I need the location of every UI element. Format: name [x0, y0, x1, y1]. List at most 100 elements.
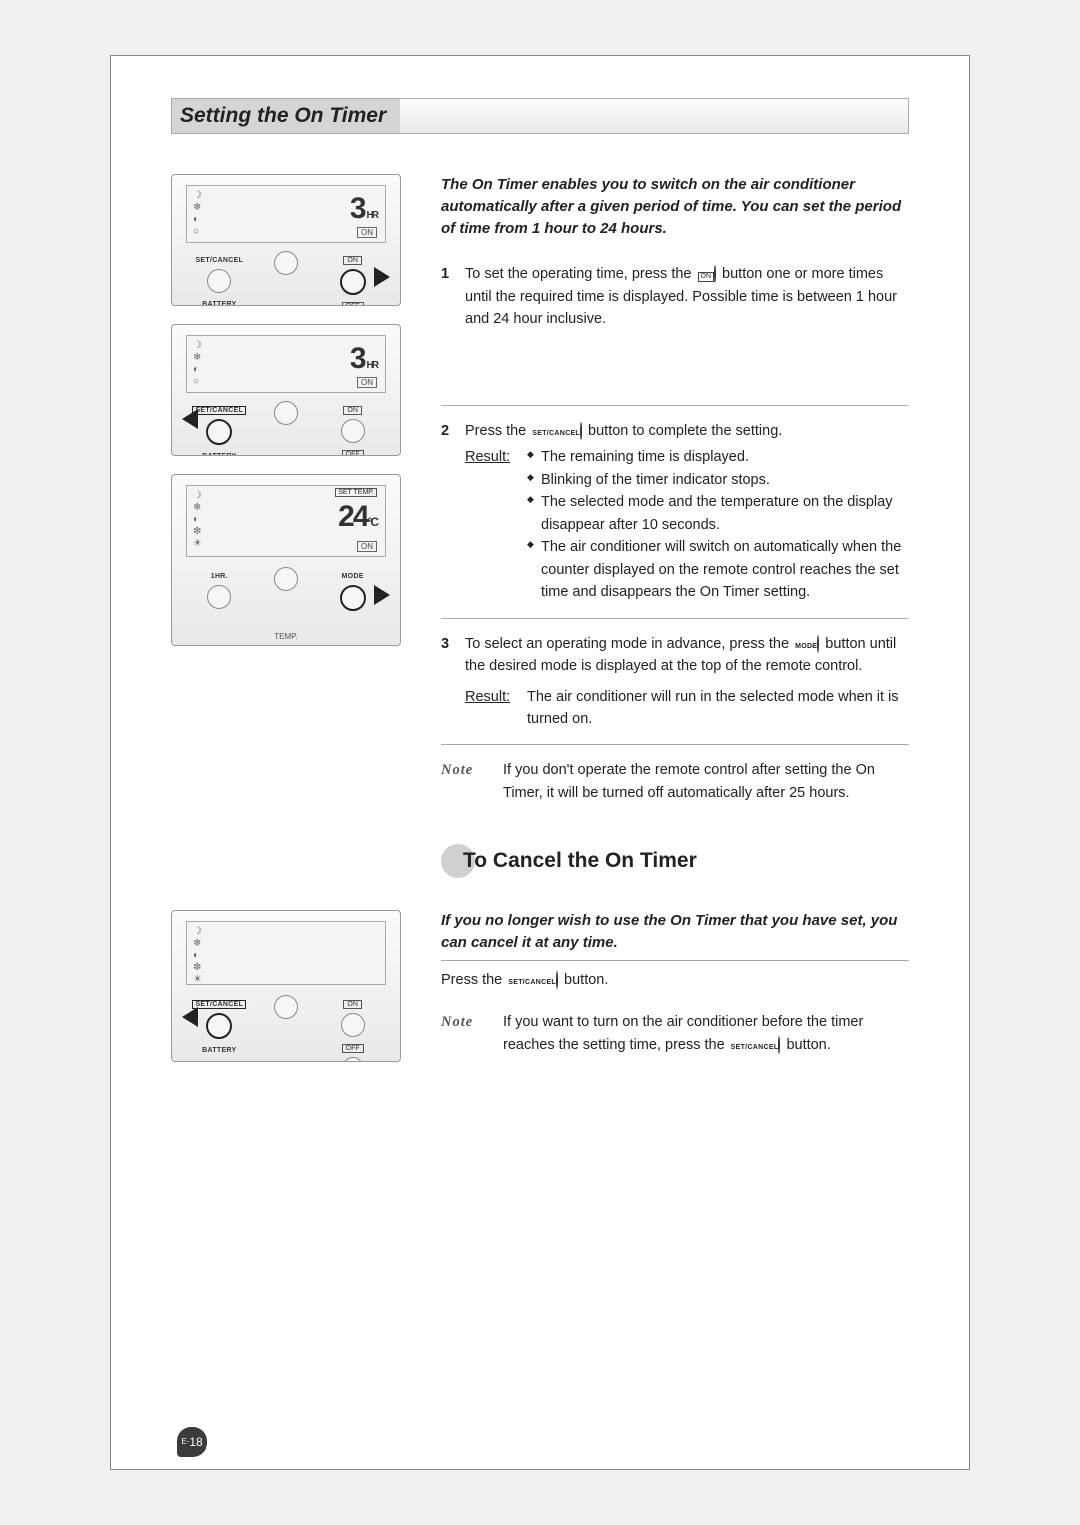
on-timer-button-icon	[341, 419, 365, 443]
remote-button-row: SET/CANCEL BATTERY ON OFF	[186, 399, 386, 456]
timer-tag: ON	[357, 227, 377, 238]
set-cancel-button-icon	[206, 1013, 232, 1039]
set-cancel-button-icon	[206, 419, 232, 445]
cancel-note-body: If you want to turn on the air condition…	[503, 1011, 909, 1056]
pointer-icon	[374, 585, 390, 605]
step-list: 1 To set the operating time, press the O…	[441, 263, 909, 804]
divider	[441, 960, 909, 961]
cancel-left-column: ☽❄◐✼☀ SET/CANCEL BATTERY ON OFF	[171, 910, 401, 1080]
remote-screen: ☽❄◐✼☀ SET TEMP. 24°C ON	[186, 485, 386, 557]
step-body: To select an operating mode in advance, …	[465, 633, 909, 731]
step-body: To set the operating time, press the ON …	[465, 263, 909, 330]
result-item: The selected mode and the temperature on…	[527, 491, 909, 536]
pointer-icon	[182, 409, 198, 429]
intro-text: The On Timer enables you to switch on th…	[441, 174, 909, 239]
step-3: 3 To select an operating mode in advance…	[441, 618, 909, 745]
set-cancel-inline-icon: SET/CANCEL	[532, 420, 582, 442]
step-2: 2 Press the SET/CANCEL button to complet…	[441, 405, 909, 618]
cancel-intro: If you no longer wish to use the On Time…	[441, 910, 909, 954]
step-number: 1	[441, 263, 465, 330]
remote-screen: ☽❄◐○ 3HR ON	[186, 185, 386, 243]
page-number: 18	[189, 1435, 202, 1449]
step-1: 1 To set the operating time, press the O…	[441, 263, 909, 344]
on-timer-inline-icon: ON	[698, 263, 717, 285]
on-label: ON	[343, 1000, 362, 1009]
note-label: Note	[441, 759, 503, 804]
battery-label: BATTERY	[202, 453, 236, 456]
mode-icons: ☽❄◐✼☀	[193, 490, 202, 550]
cancel-post: button.	[564, 972, 608, 988]
off-label: OFF	[342, 1044, 364, 1053]
cancel-line: Press the SET/CANCEL button.	[441, 969, 909, 992]
content-area: Setting the On Timer ☽❄◐○ 3HR ON SET/CAN…	[171, 98, 909, 1427]
step2-pre: Press the	[465, 423, 530, 439]
off-label: OFF	[342, 450, 364, 456]
remote-button-row: SET/CANCEL BATTERY ON OFF	[186, 993, 386, 1062]
mode-icons: ☽❄◐○	[193, 190, 202, 238]
cancel-columns: ☽❄◐✼☀ SET/CANCEL BATTERY ON OFF If you no …	[171, 910, 909, 1080]
temp-value: 24	[338, 500, 367, 533]
step2-post: button to complete the setting.	[588, 423, 782, 439]
set-cancel-label: SET/CANCEL	[192, 1000, 246, 1009]
cancel-section: To Cancel the On Timer	[441, 844, 909, 878]
set-cancel-button-icon	[207, 269, 231, 293]
mode-label: MODE	[342, 573, 364, 580]
on-label: ON	[343, 256, 362, 265]
step3-pre: To select an operating mode in advance, …	[465, 636, 793, 652]
result-item: The air conditioner will switch on autom…	[527, 536, 909, 603]
title-bar: Setting the On Timer	[171, 98, 909, 134]
page-title: Setting the On Timer	[172, 99, 400, 133]
battery-label: BATTERY	[202, 1047, 236, 1054]
result-item: Blinking of the timer indicator stops.	[527, 469, 909, 491]
result-item: The remaining time is displayed.	[527, 446, 909, 468]
page-number-badge: E-18	[177, 1427, 207, 1457]
result-label: Result:	[465, 446, 527, 603]
step-body: Press the SET/CANCEL button to complete …	[465, 420, 909, 604]
step-number: 3	[441, 633, 465, 731]
remote-illustration-2: ☽❄◐○ 3HR ON SET/CANCEL BATTERY ON OFF	[171, 324, 401, 456]
pointer-icon	[374, 267, 390, 287]
timer-tag: ON	[357, 541, 377, 552]
set-cancel-label: SET/CANCEL	[192, 406, 246, 415]
cancel-note-post: button.	[786, 1037, 830, 1053]
result-text: The air conditioner will run in the sele…	[527, 686, 909, 731]
temp-label: TEMP.	[172, 632, 400, 641]
remote-screen: ☽❄◐○ 3HR ON	[186, 335, 386, 393]
cancel-heading: To Cancel the On Timer	[463, 849, 697, 873]
hr-button-icon	[207, 585, 231, 609]
hr-label: 1HR.	[211, 573, 228, 580]
mode-icons: ☽❄◐○	[193, 340, 202, 388]
note-1: Note If you don't operate the remote con…	[441, 744, 909, 804]
timer-hours: 3	[350, 192, 365, 225]
result-list: The remaining time is displayed. Blinkin…	[527, 446, 909, 603]
battery-label: BATTERY	[202, 301, 236, 306]
document-sheet: Setting the On Timer ☽❄◐○ 3HR ON SET/CAN…	[110, 55, 970, 1470]
off-label: OFF	[342, 302, 364, 306]
remote-button-row: SET/CANCEL BATTERY ON OFF	[186, 249, 386, 306]
timer-unit: HR	[367, 360, 377, 371]
note-text: If you don't operate the remote control …	[503, 759, 909, 804]
timer-tag: ON	[357, 377, 377, 388]
remote-button-row: 1HR. MODE	[186, 565, 386, 611]
result-label: Result:	[465, 686, 527, 731]
step2-result: Result: The remaining time is displayed.…	[465, 446, 909, 603]
timer-unit: HR	[367, 210, 377, 221]
set-cancel-inline-icon: SET/CANCEL	[508, 969, 558, 991]
mode-button-icon	[340, 585, 366, 611]
unlabeled-button-icon	[274, 251, 298, 275]
on-timer-button-icon	[341, 1013, 365, 1037]
left-column: ☽❄◐○ 3HR ON SET/CANCELBATTERY ONOFF	[171, 174, 401, 904]
step3-result: Result: The air conditioner will run in …	[465, 686, 909, 731]
cancel-right-column: If you no longer wish to use the On Time…	[401, 910, 909, 1080]
right-column: The On Timer enables you to switch on th…	[401, 174, 909, 904]
set-cancel-inline-icon: SET/CANCEL	[731, 1034, 781, 1056]
mode-icons: ☽❄◐✼☀	[193, 926, 202, 986]
main-columns: ☽❄◐○ 3HR ON SET/CANCELBATTERY ONOFF	[171, 174, 909, 904]
note-label: Note	[441, 1011, 503, 1056]
set-cancel-label: SET/CANCEL	[195, 257, 243, 264]
step1-pre: To set the operating time, press the	[465, 266, 696, 282]
set-temp-label: SET TEMP.	[335, 488, 377, 497]
cancel-pre: Press the	[441, 972, 506, 988]
on-label: ON	[343, 406, 362, 415]
mode-inline-icon: MODE	[795, 633, 819, 655]
